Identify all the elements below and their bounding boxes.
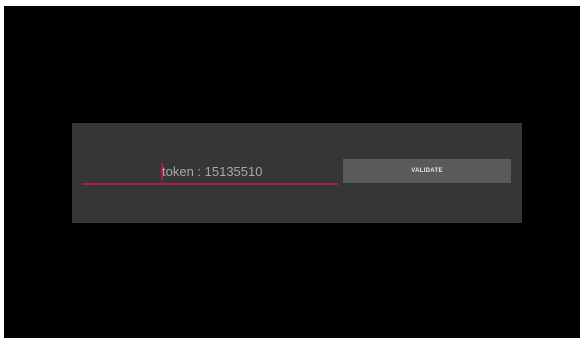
token-input[interactable]: token : 15135510	[82, 159, 338, 185]
token-input-value: token : 15135510	[162, 164, 263, 179]
app-screen: token : 15135510 VALIDATE	[4, 6, 580, 338]
token-dialog: token : 15135510 VALIDATE	[72, 123, 522, 223]
validate-button[interactable]: VALIDATE	[343, 159, 511, 183]
